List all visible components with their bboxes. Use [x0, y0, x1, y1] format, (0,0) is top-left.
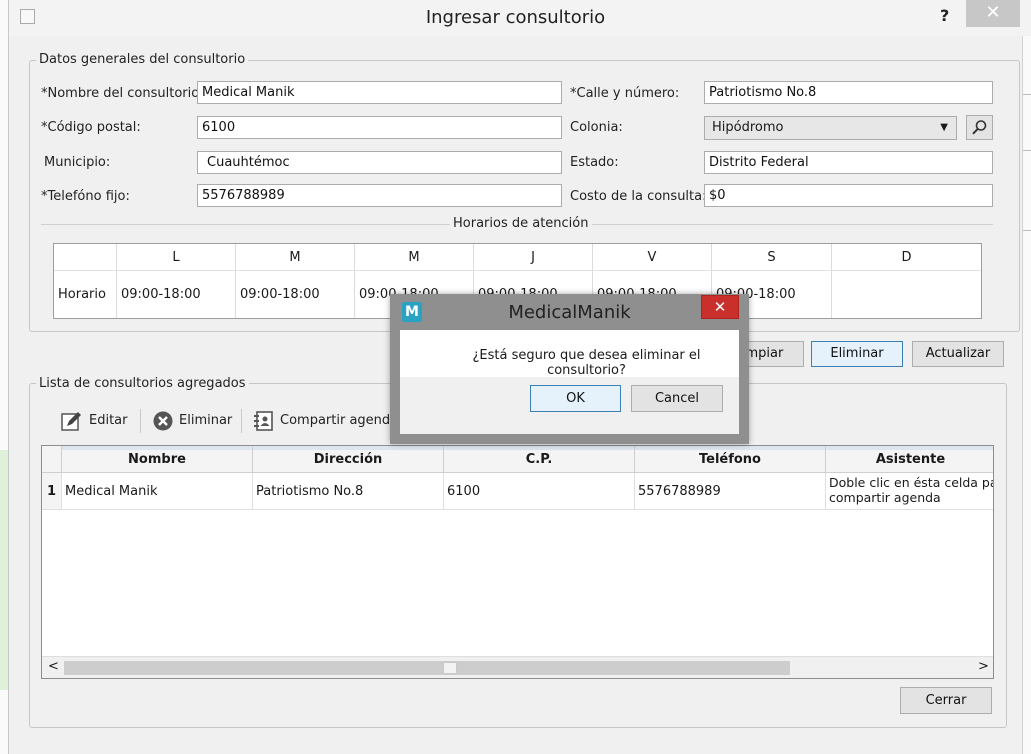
estado-input[interactable]: Distrito Federal: [704, 151, 993, 174]
background-window-strip: [0, 0, 8, 754]
telefono-label: *Telefóno fijo:: [41, 189, 130, 204]
cancel-button[interactable]: Cancel: [631, 385, 723, 412]
schedule-cell[interactable]: [832, 271, 981, 318]
cell-asistente-line1: Doble clic en ésta celda par: [829, 475, 994, 490]
list-title: Lista de consultorios agregados: [36, 376, 249, 391]
consultorios-grid: Nombre Dirección C.P. Teléfono Asistente…: [41, 445, 994, 679]
delete-icon: [152, 410, 174, 432]
window-close-button[interactable]: ✕: [966, 0, 1020, 27]
colonia-select[interactable]: Hipódromo ▼: [704, 116, 957, 140]
scroll-right-arrow[interactable]: >: [978, 659, 989, 674]
search-icon: [972, 120, 987, 135]
editar-button[interactable]: Editar: [89, 413, 128, 428]
schedule-day-header: D: [832, 244, 981, 271]
schedule-cell[interactable]: 09:00-18:00: [236, 271, 355, 318]
schedule-day-header: S: [712, 244, 832, 271]
actualizar-button[interactable]: Actualizar: [912, 341, 1004, 367]
municipio-label: Municipio:: [44, 155, 111, 170]
scrollbar-grip: [443, 662, 457, 674]
schedule-corner: [54, 244, 117, 271]
schedule-row-label: Horario: [54, 271, 117, 318]
scroll-left-arrow[interactable]: <: [48, 659, 59, 674]
costo-input[interactable]: $0: [704, 184, 993, 207]
ok-button[interactable]: OK: [530, 385, 621, 412]
horarios-title: Horarios de atención: [450, 216, 592, 231]
window-title: Ingresar consultorio: [425, 7, 606, 28]
eliminar-button[interactable]: Eliminar: [811, 341, 903, 367]
cell-telefono[interactable]: 5576788989: [635, 473, 826, 510]
row-number[interactable]: 1: [42, 473, 62, 510]
colonia-search-button[interactable]: [966, 115, 993, 140]
toolbar-eliminar-button[interactable]: Eliminar: [179, 413, 232, 428]
calle-input[interactable]: Patriotismo No.8: [704, 81, 993, 104]
dialog-title: MedicalManik: [508, 302, 631, 323]
nombre-label: *Nombre del consultorio:: [41, 86, 204, 101]
dialog-close-button[interactable]: ✕: [701, 295, 739, 319]
cell-asistente-line2: compartir agenda: [829, 490, 941, 505]
horizontal-scrollbar[interactable]: < >: [42, 656, 993, 678]
telefono-input[interactable]: 5576788989: [197, 184, 562, 207]
municipio-input[interactable]: Cuauhtémoc: [197, 151, 562, 174]
help-button[interactable]: ?: [940, 6, 949, 25]
cell-nombre[interactable]: Medical Manik: [62, 473, 253, 510]
column-header-direccion[interactable]: Dirección: [253, 446, 444, 473]
cell-direccion[interactable]: Patriotismo No.8: [253, 473, 444, 510]
schedule-day-header: L: [117, 244, 236, 271]
toolbar-separator: [241, 409, 242, 433]
estado-label: Estado:: [570, 155, 619, 170]
background-window-edge: [1022, 36, 1031, 754]
compartir-agenda-button[interactable]: Compartir agenda: [280, 413, 398, 428]
chevron-down-icon: ▼: [940, 122, 948, 133]
nombre-input[interactable]: Medical Manik: [197, 81, 562, 104]
edit-icon: [61, 410, 83, 432]
cerrar-button[interactable]: Cerrar: [900, 687, 992, 714]
row-header-corner: [42, 446, 62, 473]
general-data-title: Datos generales del consultorio: [36, 52, 249, 67]
dialog-message: ¿Está seguro que desea eliminar el consu…: [472, 348, 701, 378]
cell-asistente[interactable]: Doble clic en ésta celda par compartir a…: [826, 473, 994, 510]
column-header-telefono[interactable]: Teléfono: [635, 446, 826, 473]
column-header-asistente[interactable]: Asistente: [826, 446, 993, 473]
schedule-day-header: V: [593, 244, 712, 271]
calle-label: *Calle y número:: [570, 86, 680, 101]
toolbar-separator: [140, 409, 141, 433]
schedule-day-header: M: [355, 244, 474, 271]
schedule-day-header: M: [236, 244, 355, 271]
scrollbar-thumb[interactable]: [64, 661, 790, 675]
share-agenda-icon: [252, 410, 276, 432]
costo-label: Costo de la consulta:: [570, 189, 707, 204]
cell-cp[interactable]: 6100: [444, 473, 635, 510]
column-header-nombre[interactable]: Nombre: [62, 446, 253, 473]
codigo-postal-input[interactable]: 6100: [197, 116, 562, 139]
codigo-postal-label: *Código postal:: [41, 120, 141, 135]
schedule-day-header: J: [474, 244, 593, 271]
colonia-value: Hipódromo: [712, 120, 784, 135]
dialog-body: ¿Está seguro que desea eliminar el consu…: [400, 330, 739, 434]
schedule-cell[interactable]: 09:00-18:00: [117, 271, 236, 318]
confirm-dialog: M MedicalManik ✕ ¿Está seguro que desea …: [390, 294, 749, 444]
colonia-label: Colonia:: [570, 120, 623, 135]
column-header-cp[interactable]: C.P.: [444, 446, 635, 473]
